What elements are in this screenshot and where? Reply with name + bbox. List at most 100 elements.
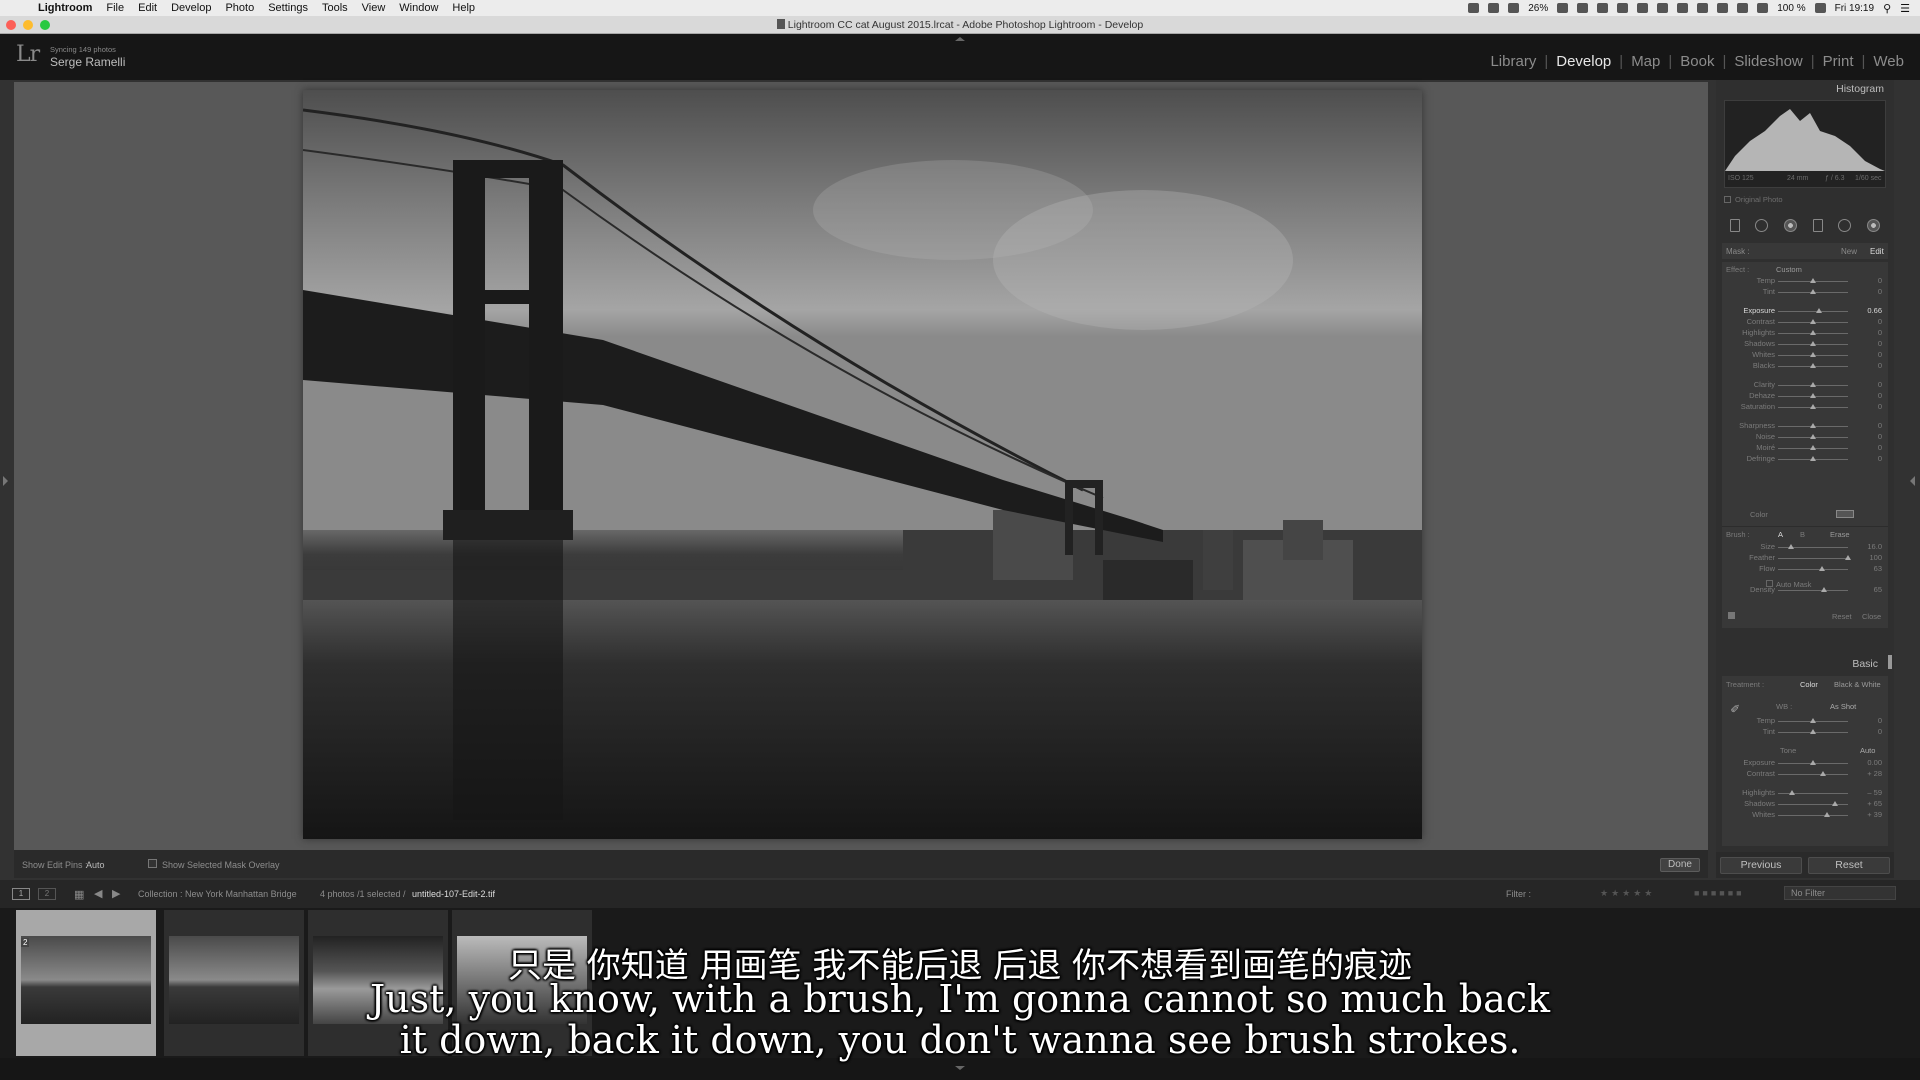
treatment-bw-button[interactable]: Black & White xyxy=(1834,680,1881,689)
slider-moir[interactable]: Moiré 0 xyxy=(1722,443,1888,453)
slider-track[interactable] xyxy=(1778,774,1848,775)
mask-new-button[interactable]: New xyxy=(1841,247,1857,256)
slider-value[interactable]: 63 xyxy=(1874,564,1882,573)
slider-contrast[interactable]: Contrast + 28 xyxy=(1722,769,1888,779)
bottom-panel-toggle-icon[interactable] xyxy=(955,1066,965,1070)
flag-icon[interactable] xyxy=(1757,3,1769,13)
primary-window-icon[interactable]: 1 xyxy=(12,888,30,900)
basic-panel-title[interactable]: Basic xyxy=(1852,658,1878,670)
brush-erase-button[interactable]: Erase xyxy=(1830,530,1850,539)
slider-highlights[interactable]: Highlights 0 xyxy=(1722,328,1888,338)
module-print[interactable]: Print xyxy=(1815,53,1862,70)
slider-clarity[interactable]: Clarity 0 xyxy=(1722,380,1888,390)
slider-exposure[interactable]: Exposure 0.00 xyxy=(1722,758,1888,768)
slider-value[interactable]: 0 xyxy=(1878,727,1882,736)
notification-center-icon[interactable]: ☰ xyxy=(1900,2,1910,15)
bluetooth-icon[interactable] xyxy=(1677,3,1689,13)
slider-knob[interactable] xyxy=(1810,352,1816,357)
collection-path[interactable]: Collection : New York Manhattan Bridge xyxy=(138,889,297,899)
slider-value[interactable]: 0 xyxy=(1878,402,1882,411)
cloud-icon[interactable] xyxy=(1488,3,1500,13)
module-web[interactable]: Web xyxy=(1865,53,1912,70)
secondary-window-icon[interactable]: 2 xyxy=(38,888,56,900)
slider-knob[interactable] xyxy=(1810,445,1816,450)
slider-knob[interactable] xyxy=(1810,423,1816,428)
slider-sharpness[interactable]: Sharpness 0 xyxy=(1722,421,1888,431)
slider-whites[interactable]: Whites 0 xyxy=(1722,350,1888,360)
slider-knob[interactable] xyxy=(1810,289,1816,294)
slider-value[interactable]: 0 xyxy=(1878,421,1882,430)
slider-flow[interactable]: Flow 63 xyxy=(1722,564,1888,574)
slider-value[interactable]: 0 xyxy=(1878,317,1882,326)
red-eye-tool-icon[interactable] xyxy=(1784,218,1798,232)
show-mask-overlay-checkbox[interactable] xyxy=(148,859,157,868)
battery-icon[interactable] xyxy=(1814,3,1826,13)
menu-file[interactable]: File xyxy=(106,2,124,14)
slider-knob[interactable] xyxy=(1810,341,1816,346)
slider-knob[interactable] xyxy=(1810,319,1816,324)
menu-window[interactable]: Window xyxy=(399,2,438,14)
grid-view-icon[interactable]: ▦ xyxy=(74,888,84,901)
app-icon[interactable] xyxy=(1577,3,1589,13)
slider-value[interactable]: 0 xyxy=(1878,380,1882,389)
slider-knob[interactable] xyxy=(1810,456,1816,461)
slider-knob[interactable] xyxy=(1824,812,1830,817)
histogram-panel-title[interactable]: Histogram xyxy=(1836,83,1884,95)
menu-photo[interactable]: Photo xyxy=(225,2,254,14)
minimize-window-icon[interactable] xyxy=(23,20,33,30)
slider-knob[interactable] xyxy=(1810,434,1816,439)
slider-value[interactable]: 0.66 xyxy=(1867,306,1882,315)
slider-value[interactable]: 0 xyxy=(1878,716,1882,725)
slider-knob[interactable] xyxy=(1810,363,1816,368)
slider-feather[interactable]: Feather 100 xyxy=(1722,553,1888,563)
menu-settings[interactable]: Settings xyxy=(268,2,308,14)
slider-saturation[interactable]: Saturation 0 xyxy=(1722,402,1888,412)
slider-value[interactable]: 0 xyxy=(1878,328,1882,337)
slider-value[interactable]: + 39 xyxy=(1867,810,1882,819)
slider-value[interactable]: 0 xyxy=(1878,287,1882,296)
menu-lightroom[interactable]: Lightroom xyxy=(38,2,92,14)
slider-knob[interactable] xyxy=(1810,404,1816,409)
menu-tools[interactable]: Tools xyxy=(322,2,348,14)
slider-knob[interactable] xyxy=(1810,718,1816,723)
graduated-filter-icon[interactable] xyxy=(1812,218,1823,232)
main-photo[interactable] xyxy=(303,90,1422,839)
slider-value[interactable]: + 65 xyxy=(1867,799,1882,808)
tool-icon[interactable] xyxy=(1557,3,1569,13)
slider-blacks[interactable]: Blacks 0 xyxy=(1722,361,1888,371)
slider-knob[interactable] xyxy=(1815,308,1822,313)
slider-value[interactable]: 100 xyxy=(1869,553,1882,562)
right-panel-scrollbar[interactable] xyxy=(1888,655,1892,669)
brush-close-button[interactable]: Close xyxy=(1862,612,1881,621)
slider-track[interactable] xyxy=(1778,569,1848,570)
slider-value[interactable]: 0 xyxy=(1878,443,1882,452)
module-develop[interactable]: Develop xyxy=(1548,53,1619,70)
mask-edit-button[interactable]: Edit xyxy=(1870,247,1884,256)
slider-shadows[interactable]: Shadows 0 xyxy=(1722,339,1888,349)
tone-auto-button[interactable]: Auto xyxy=(1860,746,1875,755)
wifi-icon[interactable] xyxy=(1737,3,1749,13)
slider-value[interactable]: + 28 xyxy=(1867,769,1882,778)
slider-knob[interactable] xyxy=(1810,330,1816,335)
slider-track[interactable] xyxy=(1778,558,1848,559)
slider-knob[interactable] xyxy=(1787,544,1794,549)
user-name[interactable]: Serge Ramelli xyxy=(50,55,125,69)
slider-value[interactable]: 0 xyxy=(1878,350,1882,359)
menu-help[interactable]: Help xyxy=(452,2,475,14)
slider-defringe[interactable]: Defringe 0 xyxy=(1722,454,1888,464)
zoom-window-icon[interactable] xyxy=(40,20,50,30)
slider-tint[interactable]: Tint 0 xyxy=(1722,287,1888,297)
panel-toggle-switch[interactable] xyxy=(1728,612,1735,619)
previous-button[interactable]: Previous xyxy=(1720,857,1802,874)
menu-develop[interactable]: Develop xyxy=(171,2,211,14)
forward-arrow-icon[interactable]: ▶ xyxy=(112,887,120,900)
current-filename[interactable]: untitled-107-Edit-2.tif xyxy=(412,889,495,899)
done-button[interactable]: Done xyxy=(1660,858,1700,872)
slider-knob[interactable] xyxy=(1810,278,1816,283)
wb-select[interactable]: As Shot xyxy=(1830,702,1856,711)
effect-color-swatch[interactable] xyxy=(1836,510,1854,518)
reset-button[interactable]: Reset xyxy=(1808,857,1890,874)
brush-a-button[interactable]: A xyxy=(1778,530,1783,539)
slider-knob[interactable] xyxy=(1819,566,1826,571)
dashlane-icon[interactable] xyxy=(1637,3,1649,13)
